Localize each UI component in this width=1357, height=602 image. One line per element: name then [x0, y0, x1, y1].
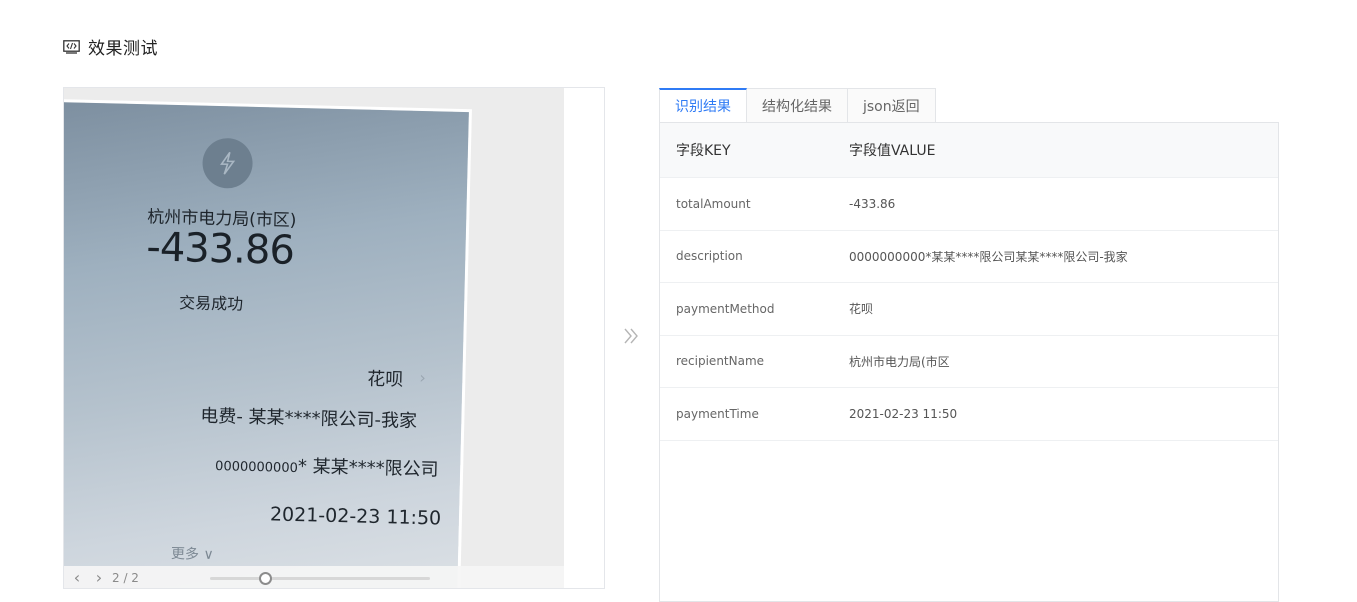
field-value: 杭州市电力局(市区 [849, 354, 950, 369]
receipt-description-digits: 0000000000 [214, 459, 299, 477]
image-pager: ‹ › 2 / 2 [64, 566, 564, 588]
lightning-icon [201, 137, 254, 189]
field-value: 0000000000*某某****限公司某某****限公司-我家 [849, 249, 1128, 264]
receipt-status: 交易成功 [178, 293, 244, 314]
table-row: paymentMethod 花呗 [660, 283, 1278, 336]
receipt-amount: -433.86 [145, 224, 295, 274]
page-indicator: 2 / 2 [112, 571, 139, 585]
code-window-icon [63, 39, 80, 54]
field-value: -433.86 [849, 196, 896, 211]
field-key: totalAmount [676, 196, 751, 211]
preview-canvas[interactable]: 杭州市电力局(市区) -433.86 交易成功 式 月 间 花呗 › 电费- 某… [64, 88, 564, 588]
table-row: recipientName 杭州市电力局(市区 [660, 336, 1278, 388]
table-row: paymentTime 2021-02-23 11:50 [660, 388, 1278, 441]
table-row: description 0000000000*某某****限公司某某****限公… [660, 231, 1278, 283]
section-header: 效果测试 [63, 34, 158, 59]
receipt-description-line2: 0000000000* 某某****限公司 [215, 450, 439, 481]
field-key: paymentTime [676, 406, 759, 421]
zoom-slider-handle[interactable] [259, 572, 272, 585]
chevron-left-icon[interactable]: ‹ [66, 570, 88, 586]
table-header: 字段KEY 字段值VALUE [660, 123, 1278, 178]
tab-structured-result[interactable]: 结构化结果 [747, 88, 848, 123]
field-value: 花呗 [849, 302, 874, 317]
double-chevron-right-icon [624, 328, 638, 344]
zoom-slider[interactable] [210, 572, 430, 585]
chevron-right-icon: › [419, 368, 427, 388]
column-header-value: 字段值VALUE [849, 143, 936, 159]
tab-recognition-result[interactable]: 识别结果 [659, 88, 747, 123]
field-key: description [676, 249, 743, 264]
tab-json-response[interactable]: json返回 [848, 88, 936, 123]
receipt-more: 更多 ∨ [170, 545, 214, 564]
image-preview-panel: 杭州市电力局(市区) -433.86 交易成功 式 月 间 花呗 › 电费- 某… [63, 87, 605, 589]
section-title: 效果测试 [88, 39, 158, 59]
table-row: totalAmount -433.86 [660, 178, 1278, 231]
receipt-description-rest: * 某某****限公司 [297, 456, 439, 481]
receipt-image: 杭州市电力局(市区) -433.86 交易成功 式 月 间 花呗 › 电费- 某… [64, 102, 469, 588]
receipt-payment-method: 花呗 [367, 368, 404, 391]
field-value: 2021-02-23 11:50 [849, 406, 958, 421]
chevron-right-icon[interactable]: › [88, 570, 110, 586]
field-key: recipientName [676, 354, 765, 369]
field-key: paymentMethod [676, 301, 775, 316]
column-header-key: 字段KEY [676, 143, 731, 159]
receipt-description-line1: 电费- 某某****限公司-我家 [200, 405, 418, 432]
result-tabs: 识别结果 结构化结果 json返回 [659, 88, 936, 123]
result-table: 字段KEY 字段值VALUE totalAmount -433.86 descr… [659, 122, 1279, 602]
receipt-time: 2021-02-23 11:50 [269, 503, 442, 530]
